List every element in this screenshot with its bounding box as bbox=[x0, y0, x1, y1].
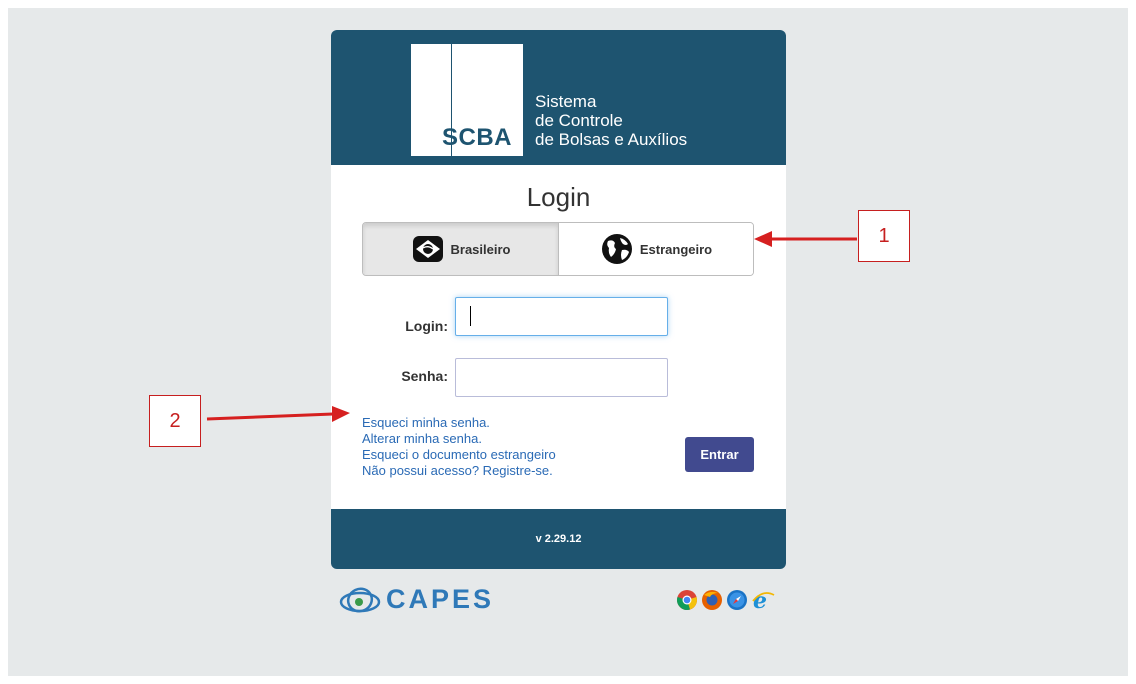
help-links: Esqueci minha senha. Alterar minha senha… bbox=[362, 415, 556, 479]
scba-logo: SCBA bbox=[411, 44, 523, 156]
login-field-label: Login: bbox=[405, 318, 448, 334]
login-card: SCBA Sistema de Controle de Bolsas e Aux… bbox=[331, 30, 786, 569]
senha-input[interactable] bbox=[455, 358, 668, 397]
change-password-link[interactable]: Alterar minha senha. bbox=[362, 431, 556, 447]
capes-logo: CAPES bbox=[338, 584, 494, 615]
app-name-line-3: de Bolsas e Auxílios bbox=[535, 130, 688, 149]
supported-browsers: e bbox=[676, 589, 775, 611]
app-name-line-1: Sistema bbox=[535, 92, 597, 111]
brazil-flag-icon bbox=[412, 236, 443, 262]
estrangeiro-button[interactable]: Estrangeiro bbox=[559, 223, 753, 275]
logo-text: SCBA bbox=[442, 124, 513, 151]
forgot-password-link[interactable]: Esqueci minha senha. bbox=[362, 415, 556, 431]
login-input[interactable] bbox=[455, 297, 668, 336]
annotation-box-1: 1 bbox=[858, 210, 910, 262]
brasileiro-label: Brasileiro bbox=[450, 241, 511, 257]
annotation-box-2: 2 bbox=[149, 395, 201, 447]
page-background: SCBA Sistema de Controle de Bolsas e Aux… bbox=[8, 8, 1128, 676]
app-name-line-2: de Controle bbox=[535, 111, 623, 130]
forgot-foreign-document-link[interactable]: Esqueci o documento estrangeiro bbox=[362, 447, 556, 463]
brasileiro-button[interactable]: Brasileiro bbox=[363, 223, 559, 275]
capes-emblem-icon bbox=[339, 587, 381, 612]
card-footer: v 2.29.12 bbox=[331, 509, 786, 569]
ie-icon: e bbox=[752, 589, 775, 611]
register-link[interactable]: Não possui acesso? Registre-se. bbox=[362, 463, 556, 479]
senha-field-label: Senha: bbox=[401, 368, 448, 384]
nationality-toggle: Brasileiro Estrangeiro bbox=[362, 222, 754, 276]
login-title: Login bbox=[526, 182, 591, 212]
firefox-icon bbox=[702, 590, 722, 610]
version-text: v 2.29.12 bbox=[535, 533, 582, 545]
card-header: SCBA Sistema de Controle de Bolsas e Aux… bbox=[331, 30, 786, 165]
estrangeiro-label: Estrangeiro bbox=[639, 241, 713, 257]
chrome-icon bbox=[677, 590, 697, 610]
text-caret bbox=[470, 306, 471, 326]
capes-text: CAPES bbox=[386, 584, 495, 614]
app-name: Sistema de Controle de Bolsas e Auxílios bbox=[535, 92, 687, 149]
globe-icon bbox=[601, 234, 632, 264]
entrar-button[interactable]: Entrar bbox=[685, 437, 754, 472]
safari-icon bbox=[727, 590, 747, 610]
